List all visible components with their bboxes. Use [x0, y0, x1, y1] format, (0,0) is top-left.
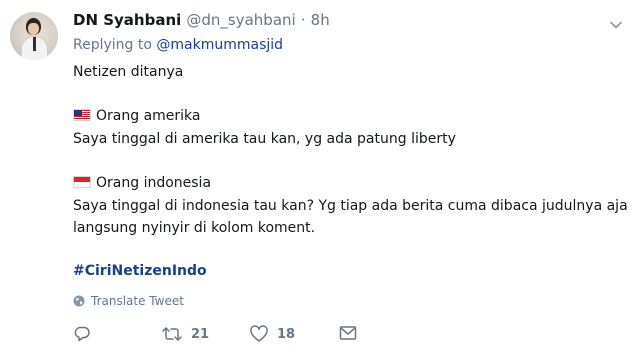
us-label: Orang amerika [96, 108, 201, 124]
chevron-down-icon[interactable] [610, 14, 622, 29]
display-name[interactable]: DN Syahbani [73, 11, 181, 29]
us-label-line: Orang amerika [73, 108, 200, 124]
reply-icon [73, 325, 91, 343]
reply-button[interactable] [73, 325, 99, 343]
tweet-header: DN Syahbani @dn_syahbani · 8h [73, 10, 330, 30]
id-text-line-2: langsung nyinyir di kolom koment. [73, 220, 316, 236]
retweet-icon [161, 325, 183, 343]
hashtag-link[interactable]: #CiriNetizenIndo [73, 263, 207, 279]
retweet-count: 21 [191, 326, 210, 342]
like-button[interactable]: 18 [249, 325, 295, 343]
indonesia-flag-icon [73, 176, 91, 188]
like-count: 18 [277, 326, 296, 342]
tweet-time[interactable]: 8h [311, 11, 330, 29]
user-handle[interactable]: @dn_syahbani [186, 11, 295, 29]
us-flag-icon [73, 109, 91, 121]
like-icon [249, 325, 269, 343]
time-separator: · [300, 11, 306, 29]
reply-mention-link[interactable]: @makmummasjid [156, 37, 283, 53]
tweet-card: DN Syahbani @dn_syahbani · 8h Replying t… [0, 0, 633, 361]
avatar[interactable] [10, 12, 58, 60]
id-text-line-1: Saya tinggal di indonesia tau kan? Yg ti… [73, 198, 633, 214]
replying-to: Replying to @makmummasjid [73, 37, 283, 53]
tweet-actions: 21 18 [73, 325, 613, 347]
id-label-line: Orang indonesia [73, 175, 211, 191]
globe-icon [73, 295, 85, 307]
message-icon [339, 325, 357, 341]
direct-message-button[interactable] [339, 325, 357, 341]
replying-prefix: Replying to [73, 37, 152, 53]
tweet-intro: Netizen ditanya [73, 64, 184, 80]
id-label: Orang indonesia [96, 175, 212, 191]
retweet-button[interactable]: 21 [161, 325, 209, 343]
us-text: Saya tinggal di amerika tau kan, yg ada … [73, 131, 456, 147]
translate-tweet-button[interactable]: Translate Tweet [73, 294, 184, 308]
translate-label: Translate Tweet [91, 294, 184, 308]
